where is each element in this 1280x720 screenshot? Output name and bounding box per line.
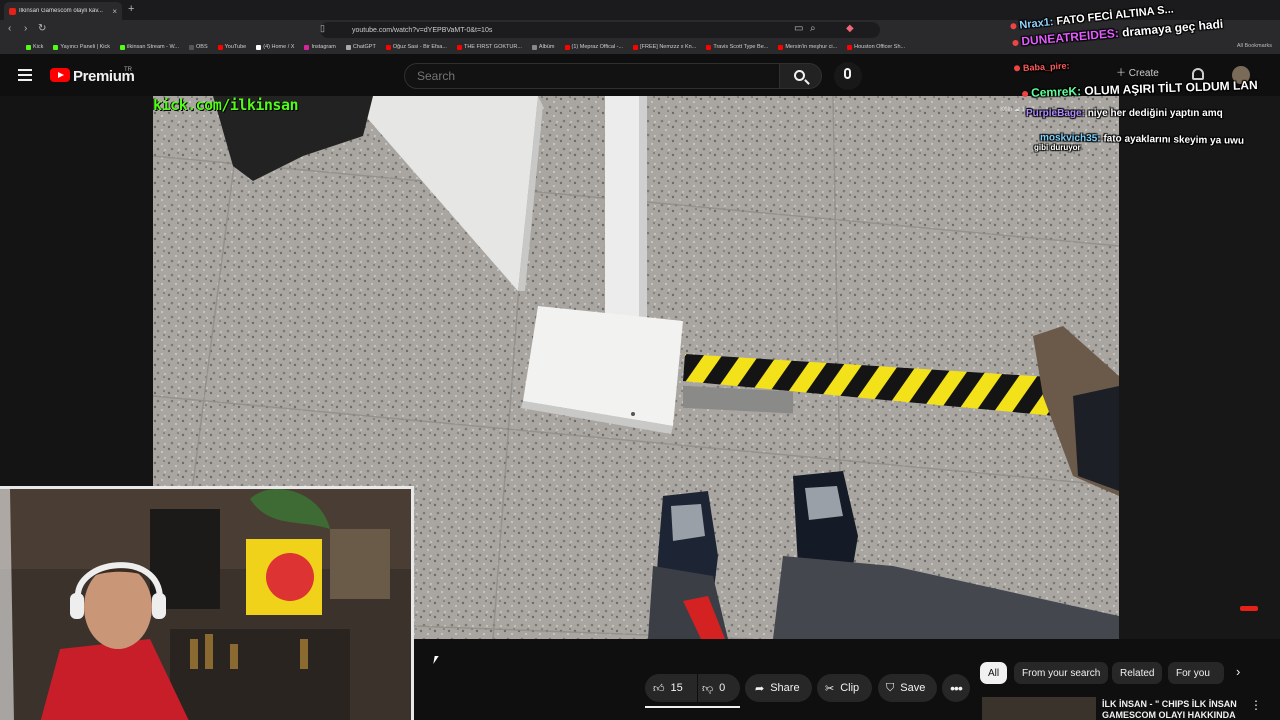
recommended-video-title[interactable]: İLK İNSAN - " CHIPS İLK İNSAN GAMESCOM O… bbox=[1102, 699, 1252, 720]
tab-title: İlkinsan Gamescom olaylı kav... bbox=[19, 8, 103, 14]
chip-all[interactable]: All bbox=[980, 662, 1008, 684]
chat-message: gibi duruyor bbox=[1034, 143, 1081, 152]
bookmark-item[interactable]: Oğuz Sasi - Bir Efsa... bbox=[385, 44, 447, 50]
youtube-icon bbox=[778, 44, 784, 50]
share-label: Share bbox=[770, 682, 800, 694]
x-icon bbox=[256, 44, 262, 50]
chatgpt-icon bbox=[345, 44, 351, 50]
youtube-icon bbox=[706, 44, 712, 50]
kick-watermark: kick.com/ilkinsan bbox=[153, 96, 299, 114]
thumbs-up-icon: 👍︎ bbox=[653, 682, 665, 695]
back-arrow-icon[interactable]: ‹ bbox=[8, 23, 11, 34]
bookmark-item[interactable]: Houston Officer Sh... bbox=[847, 44, 905, 50]
clip-label: Clip bbox=[840, 682, 860, 694]
youtube-icon bbox=[847, 44, 853, 50]
chat-badge-icon bbox=[1010, 22, 1017, 30]
region-code: TR bbox=[124, 67, 132, 73]
bookmark-item[interactable]: Kick bbox=[26, 44, 43, 50]
chat-message: CemreK: OLUM AŞIRI TİLT OLDUM LAN bbox=[1022, 78, 1258, 100]
chat-badge-icon bbox=[1013, 65, 1021, 72]
bookmark-item[interactable]: Yayıncı Paneli | Kick bbox=[53, 44, 110, 50]
youtube-icon bbox=[456, 44, 462, 50]
more-horizontal-icon: ••• bbox=[950, 680, 963, 696]
chat-message: PurpleBage: niye her dediğini yaptın amq bbox=[1026, 108, 1223, 119]
zoom-icon[interactable]: ⌕ bbox=[810, 23, 816, 34]
tab-close-icon[interactable]: × bbox=[112, 7, 117, 16]
chip-related[interactable]: Related bbox=[1112, 662, 1163, 684]
page-background-right bbox=[1119, 96, 1280, 656]
bookmark-item[interactable]: YouTube bbox=[217, 44, 246, 50]
voice-search-button[interactable] bbox=[834, 62, 862, 90]
extension-icon[interactable]: ◆ bbox=[846, 23, 854, 34]
reload-icon[interactable]: ↻ bbox=[38, 23, 46, 34]
bookmark-item[interactable]: (1) Mepraz Offical -... bbox=[564, 44, 623, 50]
kick-icon bbox=[120, 44, 126, 50]
bookmark-item[interactable]: THE FIRST GOKTUR... bbox=[456, 44, 522, 50]
chevron-right-icon[interactable]: › bbox=[1236, 664, 1240, 679]
folder-icon bbox=[531, 44, 537, 50]
new-tab-button[interactable]: + bbox=[128, 3, 134, 15]
kick-icon bbox=[53, 44, 59, 50]
instagram-icon bbox=[304, 44, 310, 50]
youtube-logo-icon[interactable] bbox=[50, 68, 70, 82]
search-icon bbox=[794, 70, 805, 81]
clip-button[interactable]: ✂ Clip bbox=[817, 674, 872, 702]
chat-badge-icon bbox=[1012, 39, 1019, 47]
webcam-frame bbox=[0, 489, 411, 720]
forward-arrow-icon[interactable]: › bbox=[24, 23, 27, 34]
youtube-favicon-icon bbox=[9, 7, 16, 15]
bookmark-item[interactable]: Mersin'in meşhur ci... bbox=[778, 44, 837, 50]
bookmark-item[interactable]: ChatGPT bbox=[345, 44, 376, 50]
streamer-webcam bbox=[0, 486, 414, 720]
bookmark-item[interactable]: Travis Scott Type Be... bbox=[706, 44, 768, 50]
dislike-button[interactable]: 👎︎ 0 bbox=[698, 674, 740, 702]
search-button[interactable] bbox=[780, 63, 822, 89]
like-button[interactable]: 👍︎ 15 bbox=[645, 674, 697, 702]
chat-message: Baba_pire: bbox=[1013, 61, 1070, 74]
share-button[interactable]: ➦ Share bbox=[745, 674, 812, 702]
browser-tab[interactable]: İlkinsan Gamescom olaylı kav... × bbox=[4, 2, 122, 20]
save-label: Save bbox=[900, 682, 926, 694]
bookmark-star-icon[interactable]: ▯ bbox=[320, 23, 325, 34]
bookmark-item[interactable]: (4) Home / X bbox=[256, 44, 294, 50]
bookmark-item[interactable]: Albüm bbox=[531, 44, 555, 50]
bookmark-save-icon: ⛉ bbox=[886, 681, 895, 694]
kick-icon bbox=[26, 44, 31, 50]
bookmark-item[interactable]: Instagram bbox=[304, 44, 336, 50]
scissors-icon: ✂ bbox=[825, 682, 835, 695]
recommended-video-thumbnail[interactable] bbox=[982, 697, 1096, 720]
more-vertical-icon[interactable]: ⋮ bbox=[1250, 698, 1262, 712]
like-ratio-bar bbox=[645, 706, 740, 708]
page-background-left bbox=[0, 96, 153, 486]
youtube-icon bbox=[385, 44, 391, 50]
bookmark-item[interactable]: OBS bbox=[189, 44, 208, 50]
subscribe-badge bbox=[1240, 606, 1258, 611]
youtube-icon bbox=[217, 44, 223, 50]
hamburger-menu-icon[interactable] bbox=[18, 69, 32, 81]
search-input[interactable] bbox=[404, 63, 780, 89]
chip-for-you[interactable]: For you bbox=[1168, 662, 1224, 684]
like-count: 15 bbox=[670, 682, 683, 694]
obs-icon bbox=[189, 44, 194, 50]
more-actions-button[interactable]: ••• bbox=[942, 674, 970, 702]
dislike-count: 0 bbox=[719, 682, 726, 694]
microphone-icon bbox=[844, 68, 851, 79]
url-text: youtube.com/watch?v=dYEPBVaMT-0&t=10s bbox=[352, 26, 493, 34]
youtube-icon bbox=[564, 44, 570, 50]
share-arrow-icon: ➦ bbox=[755, 682, 765, 695]
bookmark-item[interactable]: ilkinsan Stream - W... bbox=[120, 44, 179, 50]
stream-chat-overlay: Nrax1: FATO FECİ ALTINA S... DUNEATREIDE… bbox=[1000, 0, 1280, 160]
chat-badge-icon bbox=[1022, 90, 1029, 98]
bookmark-item[interactable]: [FREE] Nemzzz x Kn... bbox=[633, 44, 696, 50]
chip-from-your-search[interactable]: From your search bbox=[1014, 662, 1109, 684]
save-button[interactable]: ⛉ Save bbox=[878, 674, 937, 702]
youtube-icon bbox=[633, 44, 639, 50]
thumbs-down-icon: 👎︎ bbox=[702, 682, 714, 695]
cast-icon[interactable]: ▭ bbox=[794, 23, 803, 34]
